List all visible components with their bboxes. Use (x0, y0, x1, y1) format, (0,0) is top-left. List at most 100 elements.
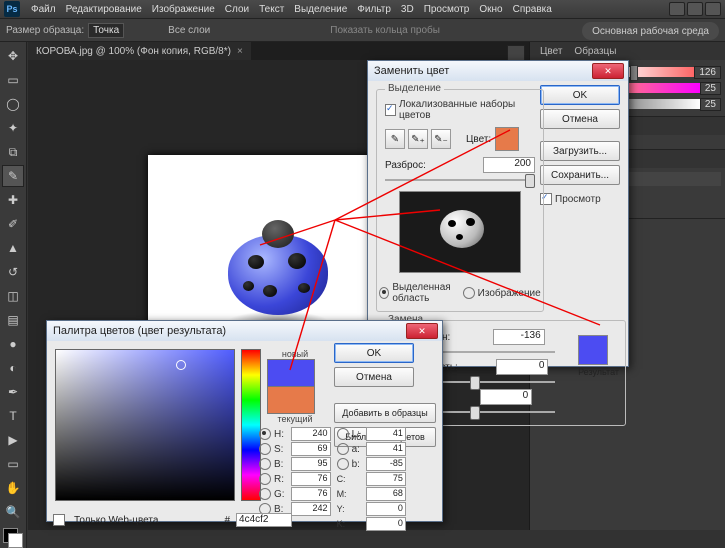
radio-g[interactable] (259, 488, 271, 500)
radio-l[interactable] (337, 428, 349, 440)
eyedropper-minus-icon[interactable]: ✎₋ (431, 129, 451, 149)
add-swatch-button[interactable]: Добавить в образцы (334, 403, 436, 423)
hand-tool[interactable]: ✋ (2, 477, 24, 499)
radio-h[interactable] (259, 428, 271, 440)
radio-r[interactable] (259, 473, 271, 485)
sample-size-value[interactable]: Точка (88, 23, 124, 38)
wand-tool[interactable]: ✦ (2, 117, 24, 139)
lasso-tool[interactable]: ◯ (2, 93, 24, 115)
s-value[interactable]: 69 (291, 442, 331, 456)
tab-swatches[interactable]: Образцы (574, 46, 616, 57)
close-icon[interactable]: ✕ (406, 323, 438, 339)
stamp-tool[interactable]: ▲ (2, 237, 24, 259)
close-icon[interactable]: ✕ (592, 63, 624, 79)
localized-label: Локализованные наборы цветов (399, 99, 535, 121)
current-color-swatch[interactable] (267, 387, 315, 414)
history-brush-tool[interactable]: ↺ (2, 261, 24, 283)
radio-selection[interactable] (379, 287, 389, 299)
m-value[interactable]: 68 (366, 487, 406, 501)
ok-button[interactable]: OK (540, 85, 620, 105)
eyedropper-icon[interactable]: ✎ (385, 129, 405, 149)
document-tab[interactable]: КОРОВА.jpg @ 100% (Фон копия, RGB/8*) × (28, 42, 251, 61)
menu-edit[interactable]: Редактирование (66, 4, 142, 15)
maximize-button[interactable] (687, 2, 703, 16)
new-label: новый (267, 349, 323, 359)
workspace-switcher[interactable]: Основная рабочая среда (582, 22, 719, 40)
cancel-button[interactable]: Отмена (334, 367, 414, 387)
show-ring-button[interactable]: Показать кольца пробы (330, 25, 440, 36)
dodge-tool[interactable]: ◐ (2, 357, 24, 379)
source-color-swatch[interactable] (495, 127, 519, 151)
eraser-tool[interactable]: ◫ (2, 285, 24, 307)
h-value[interactable]: 240 (291, 427, 331, 441)
k-value[interactable]: 0 (366, 517, 406, 531)
web-only-checkbox[interactable] (53, 514, 65, 526)
selection-preview (399, 191, 521, 273)
sv-field[interactable] (55, 349, 235, 501)
menu-help[interactable]: Справка (513, 4, 552, 15)
type-tool[interactable]: T (2, 405, 24, 427)
menu-text[interactable]: Текст (259, 4, 284, 15)
radio-s[interactable] (259, 443, 271, 455)
menu-layers[interactable]: Слои (225, 4, 249, 15)
menu-image[interactable]: Изображение (152, 4, 215, 15)
menu-view[interactable]: Просмотр (424, 4, 470, 15)
dialog-titlebar[interactable]: Заменить цвет ✕ (368, 61, 628, 81)
load-button[interactable]: Загрузить... (540, 141, 620, 161)
radio-b2[interactable] (337, 458, 349, 470)
shape-tool[interactable]: ▭ (2, 453, 24, 475)
r-value[interactable]: 76 (291, 472, 331, 486)
color-swatches[interactable] (3, 528, 23, 548)
hue-value[interactable]: -136 (493, 329, 545, 345)
b2-value[interactable]: -85 (366, 457, 406, 471)
c-value[interactable]: 75 (366, 472, 406, 486)
y-value[interactable]: 0 (366, 502, 406, 516)
g-value[interactable]: 76 (291, 487, 331, 501)
eyedropper-tool[interactable]: ✎ (2, 165, 24, 187)
tab-color[interactable]: Цвет (540, 46, 562, 57)
color-val-r[interactable]: 126 (694, 66, 721, 79)
close-button[interactable] (705, 2, 721, 16)
menu-select[interactable]: Выделение (294, 4, 347, 15)
radio-bv[interactable] (259, 458, 271, 470)
radio-image[interactable] (463, 287, 475, 299)
pen-tool[interactable]: ✒ (2, 381, 24, 403)
new-color-swatch[interactable] (267, 359, 315, 387)
menu-window[interactable]: Окно (479, 4, 502, 15)
bv-value[interactable]: 95 (291, 457, 331, 471)
color-val-b[interactable]: 25 (700, 98, 721, 111)
close-tab-icon[interactable]: × (237, 46, 243, 57)
zoom-tool[interactable]: 🔍 (2, 501, 24, 523)
move-tool[interactable]: ✥ (2, 45, 24, 67)
sample-layers[interactable]: Все слои (168, 25, 210, 36)
path-tool[interactable]: ▶ (2, 429, 24, 451)
l-value[interactable]: 41 (366, 427, 406, 441)
ok-button[interactable]: OK (334, 343, 414, 363)
radio-a[interactable] (337, 443, 349, 455)
menu-filter[interactable]: Фильтр (357, 4, 391, 15)
saturation-value[interactable]: 0 (496, 359, 548, 375)
heal-tool[interactable]: ✚ (2, 189, 24, 211)
marquee-tool[interactable]: ▭ (2, 69, 24, 91)
lightness-value[interactable]: 0 (480, 389, 532, 405)
crop-tool[interactable]: ⧉ (2, 141, 24, 163)
cancel-button[interactable]: Отмена (540, 109, 620, 129)
menu-file[interactable]: Файл (31, 4, 56, 15)
eyedropper-plus-icon[interactable]: ✎₊ (408, 129, 428, 149)
fuzziness-value[interactable]: 200 (483, 157, 535, 173)
fuzziness-slider[interactable] (385, 173, 535, 187)
result-swatch[interactable] (578, 335, 608, 365)
minimize-button[interactable] (669, 2, 685, 16)
localized-checkbox[interactable] (385, 104, 396, 116)
a-value[interactable]: 41 (366, 442, 406, 456)
b-value[interactable]: 242 (291, 502, 331, 516)
save-button[interactable]: Сохранить... (540, 165, 620, 185)
hue-slider[interactable] (241, 349, 261, 501)
menu-3d[interactable]: 3D (401, 4, 414, 15)
brush-tool[interactable]: ✐ (2, 213, 24, 235)
color-val-g[interactable]: 25 (700, 82, 721, 95)
hex-value[interactable]: 4c4cf2 (236, 513, 292, 527)
gradient-tool[interactable]: ▤ (2, 309, 24, 331)
blur-tool[interactable]: ● (2, 333, 24, 355)
dialog-titlebar[interactable]: Палитра цветов (цвет результата) ✕ (47, 321, 442, 341)
